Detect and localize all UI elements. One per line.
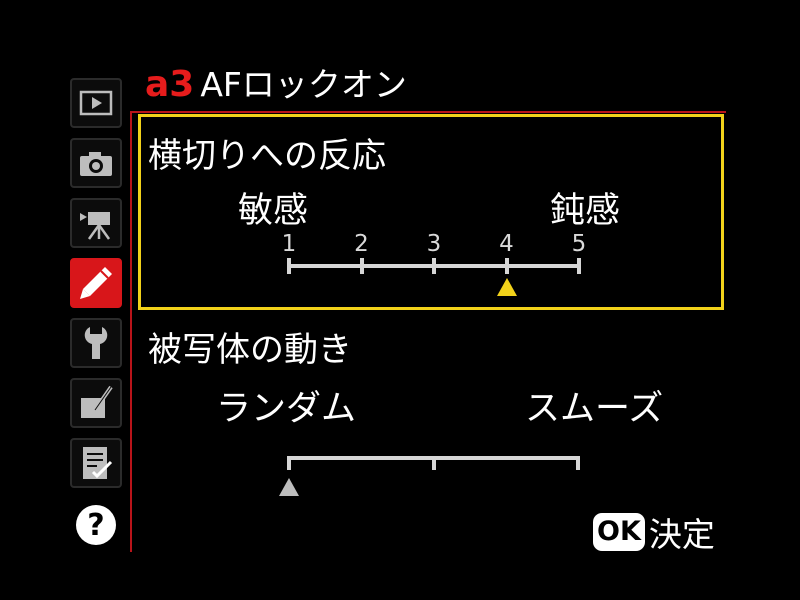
sidebar-item-setup[interactable]	[70, 318, 122, 368]
sidebar-item-playback[interactable]	[70, 78, 122, 128]
help-icon[interactable]: ?	[76, 505, 116, 545]
sensitivity-tick-label: 3	[426, 231, 442, 257]
sidebar-item-my-menu[interactable]	[70, 438, 122, 488]
menu-sidebar: ?	[0, 0, 130, 600]
insensitive-label: 鈍感	[550, 191, 621, 231]
setting-code: a3	[145, 64, 195, 105]
sensitivity-tick-label: 1	[281, 231, 297, 257]
sidebar-item-shooting[interactable]	[70, 138, 122, 188]
sensitivity-tick	[504, 258, 509, 274]
camera-icon	[80, 152, 112, 176]
sidebar-item-retouch[interactable]	[70, 378, 122, 428]
page-title: a3 AFロックオン	[145, 58, 407, 105]
menu-divider-vertical	[130, 112, 132, 552]
ok-label: 決定	[648, 515, 715, 554]
subject-motion-tick	[287, 456, 291, 470]
sidebar-item-custom-settings[interactable]	[70, 258, 122, 308]
sensitivity-tick	[287, 258, 291, 274]
sensitivity-tick-label: 5	[571, 231, 587, 257]
subject-motion-marker-icon	[279, 478, 299, 496]
movie-camera-icon	[80, 212, 111, 240]
ok-button-icon: OK	[593, 513, 645, 551]
subject-motion-heading: 被写体の動き	[148, 330, 352, 370]
menu-divider-horizontal	[130, 111, 726, 113]
setting-title: AFロックオン	[200, 65, 407, 104]
pencil-icon	[80, 267, 112, 299]
sensitivity-marker-icon	[496, 278, 517, 296]
erratic-label: ランダム	[216, 389, 357, 429]
retouch-brush-icon	[81, 385, 113, 418]
blocked-shot-response-heading: 横切りへの反応	[148, 136, 386, 176]
ok-confirm-hint[interactable]: OK 決定	[593, 510, 715, 554]
sensitive-label: 敏感	[238, 191, 309, 231]
wrench-icon	[84, 327, 108, 359]
checklist-icon	[83, 447, 113, 479]
sensitivity-tick-label: 4	[499, 231, 514, 257]
play-icon	[79, 90, 113, 116]
steady-label: スムーズ	[525, 389, 664, 429]
sensitivity-tick	[577, 258, 581, 274]
sensitivity-tick-label: 2	[354, 231, 369, 257]
sidebar-item-movie[interactable]	[70, 198, 122, 248]
subject-motion-tick	[576, 456, 580, 470]
sensitivity-tick	[359, 258, 364, 274]
subject-motion-tick	[431, 456, 436, 470]
sensitivity-tick	[432, 258, 436, 274]
